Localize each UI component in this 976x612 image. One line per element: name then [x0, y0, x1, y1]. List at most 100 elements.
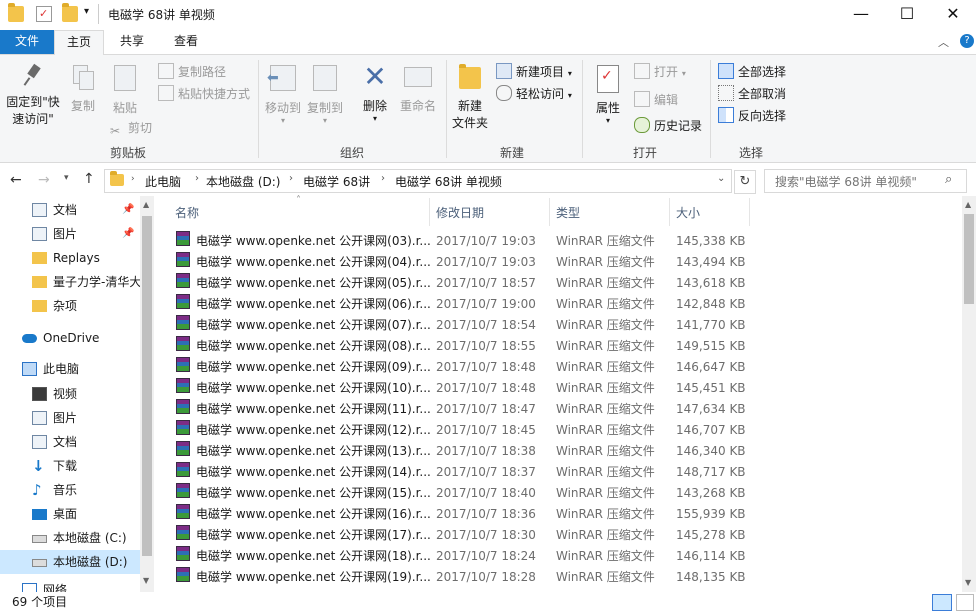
table-row[interactable]: 电磁学 www.openke.net 公开课网(19).r... 2017/10/… [168, 567, 754, 588]
table-row[interactable]: 电磁学 www.openke.net 公开课网(14).r... 2017/10/… [168, 462, 754, 483]
nav-item[interactable]: 图片 [0, 406, 140, 430]
tab-view[interactable]: 查看 [162, 30, 210, 54]
table-row[interactable]: 电磁学 www.openke.net 公开课网(18).r... 2017/10/… [168, 546, 754, 567]
copy-button[interactable]: 复制 [66, 63, 100, 114]
breadcrumb-current-folder[interactable]: 电磁学 68讲 单视频 [395, 173, 502, 190]
search-box[interactable]: ⌕ [764, 169, 967, 193]
rename-button[interactable]: 重命名 [396, 63, 440, 114]
minimize-button[interactable]: — [838, 0, 884, 30]
nav-item[interactable]: Replays [0, 246, 140, 270]
nav-item[interactable]: 网络 [0, 578, 140, 592]
breadcrumb-this-pc[interactable]: 此电脑 [145, 173, 181, 190]
invert-selection-button[interactable]: 反向选择 [718, 107, 786, 124]
search-icon[interactable]: ⌕ [945, 172, 952, 187]
large-icons-view-icon[interactable] [956, 594, 974, 611]
nav-item[interactable]: ↓ 下载 [0, 454, 140, 478]
column-type-header[interactable]: 类型 [556, 203, 580, 225]
nav-item[interactable]: 此电脑 [0, 357, 140, 381]
new-item-button[interactable]: 新建项目 ▾ [496, 63, 572, 80]
tab-home[interactable]: 主页 [54, 30, 105, 55]
customize-qat-icon[interactable]: ▾ [84, 6, 89, 17]
scroll-up-icon[interactable]: ▲ [143, 200, 149, 209]
table-row[interactable]: 电磁学 www.openke.net 公开课网(12).r... 2017/10/… [168, 420, 754, 441]
address-dropdown-icon[interactable]: ⌄ [717, 173, 725, 184]
maximize-button[interactable]: ☐ [884, 0, 930, 30]
table-row[interactable]: 电磁学 www.openke.net 公开课网(06).r... 2017/10/… [168, 294, 754, 315]
copy-to-button[interactable]: 复制到 ▾ [304, 63, 346, 125]
nav-item[interactable]: 文档 📌 [0, 198, 140, 222]
scroll-down-icon[interactable]: ▼ [965, 578, 971, 587]
select-none-button[interactable]: 全部取消 [718, 85, 786, 102]
nav-item[interactable]: 量子力学-清华大 [0, 270, 141, 294]
column-divider[interactable] [669, 198, 670, 226]
pin-icon[interactable]: 📌 [122, 198, 134, 222]
properties-button[interactable]: ✓ 属性 ▾ [590, 63, 626, 125]
pin-icon[interactable]: 📌 [122, 222, 134, 246]
scroll-up-icon[interactable]: ▲ [965, 200, 971, 209]
column-size-header[interactable]: 大小 [676, 203, 700, 225]
table-row[interactable]: 电磁学 www.openke.net 公开课网(05).r... 2017/10/… [168, 273, 754, 294]
new-folder-button[interactable]: 新建 文件夹 [450, 63, 490, 131]
open-button[interactable]: 打开 ▾ [634, 63, 686, 80]
column-date-header[interactable]: 修改日期 [436, 203, 484, 225]
nav-item[interactable]: ♪ 音乐 [0, 478, 140, 502]
select-all-button[interactable]: 全部选择 [718, 63, 786, 80]
easy-access-button[interactable]: 轻松访问 ▾ [496, 85, 572, 102]
nav-scroll-thumb[interactable] [142, 216, 152, 556]
table-row[interactable]: 电磁学 www.openke.net 公开课网(10).r... 2017/10/… [168, 378, 754, 399]
properties-quick-icon[interactable]: ✓ [36, 6, 52, 22]
table-row[interactable]: 电磁学 www.openke.net 公开课网(09).r... 2017/10/… [168, 357, 754, 378]
nav-scrollbar[interactable]: ▲ ▼ [140, 196, 154, 592]
column-divider[interactable] [749, 198, 750, 226]
nav-item[interactable]: 桌面 [0, 502, 140, 526]
close-button[interactable]: ✕ [930, 0, 976, 30]
search-input[interactable] [773, 172, 945, 191]
delete-button[interactable]: ✕ 删除 ▾ [356, 63, 394, 124]
column-name-header[interactable]: 名称 [175, 203, 199, 225]
back-arrow-icon[interactable]: ← [10, 172, 22, 188]
recent-dropdown-icon[interactable]: ▾ [64, 173, 69, 183]
nav-item[interactable]: 本地磁盘 (D:) [0, 550, 140, 574]
column-divider[interactable] [549, 198, 550, 226]
help-icon[interactable]: ? [960, 34, 974, 48]
tab-share[interactable]: 共享 [108, 30, 156, 54]
table-row[interactable]: 电磁学 www.openke.net 公开课网(07).r... 2017/10/… [168, 315, 754, 336]
file-scroll-thumb[interactable] [964, 214, 974, 304]
details-view-icon[interactable] [932, 594, 952, 611]
table-row[interactable]: 电磁学 www.openke.net 公开课网(15).r... 2017/10/… [168, 483, 754, 504]
copy-path-button[interactable]: 复制路径 [158, 63, 226, 80]
new-folder-quick-icon[interactable] [62, 3, 78, 22]
paste-shortcut-button[interactable]: 粘贴快捷方式 [158, 85, 250, 102]
paste-button[interactable]: 粘贴 [106, 63, 144, 116]
nav-item[interactable]: OneDrive [0, 326, 140, 350]
scroll-down-icon[interactable]: ▼ [143, 576, 149, 585]
nav-item[interactable]: 图片 📌 [0, 222, 140, 246]
forward-arrow-icon[interactable]: → [38, 172, 50, 188]
nav-item[interactable]: 文档 [0, 430, 140, 454]
nav-item[interactable]: 杂项 [0, 294, 140, 318]
breadcrumb-parent-folder[interactable]: 电磁学 68讲 [303, 173, 370, 190]
nav-item[interactable]: 本地磁盘 (C:) [0, 526, 140, 550]
pin-quick-access-button[interactable]: 固定到"快 速访问" [4, 63, 62, 127]
table-row[interactable]: 电磁学 www.openke.net 公开课网(17).r... 2017/10/… [168, 525, 754, 546]
table-row[interactable]: 电磁学 www.openke.net 公开课网(04).r... 2017/10/… [168, 252, 754, 273]
edit-button[interactable]: 编辑 [634, 91, 678, 108]
move-to-button[interactable]: ⬅ 移动到 ▾ [262, 63, 304, 125]
tab-file[interactable]: 文件 [0, 30, 54, 54]
table-row[interactable]: 电磁学 www.openke.net 公开课网(16).r... 2017/10/… [168, 504, 754, 525]
table-row[interactable]: 电磁学 www.openke.net 公开课网(11).r... 2017/10/… [168, 399, 754, 420]
refresh-button[interactable]: ↻ [734, 170, 756, 194]
cut-button[interactable]: ✂ 剪切 [110, 119, 152, 138]
breadcrumb-drive-d[interactable]: 本地磁盘 (D:) [206, 173, 280, 190]
address-bar[interactable]: › 此电脑 › 本地磁盘 (D:) › 电磁学 68讲 › 电磁学 68讲 单视… [104, 169, 732, 193]
table-row[interactable]: 电磁学 www.openke.net 公开课网(13).r... 2017/10/… [168, 441, 754, 462]
table-row[interactable]: 电磁学 www.openke.net 公开课网(08).r... 2017/10/… [168, 336, 754, 357]
nav-item[interactable]: 视频 [0, 382, 140, 406]
file-type: WinRAR 压缩文件 [556, 339, 655, 353]
history-button[interactable]: 历史记录 [634, 117, 702, 134]
file-list-scrollbar[interactable]: ▲ ▼ [962, 196, 976, 592]
collapse-ribbon-icon[interactable]: ︿ [938, 34, 949, 50]
up-arrow-icon[interactable]: ↑ [83, 171, 95, 187]
column-divider[interactable] [429, 198, 430, 226]
table-row[interactable]: 电磁学 www.openke.net 公开课网(03).r... 2017/10/… [168, 231, 754, 252]
